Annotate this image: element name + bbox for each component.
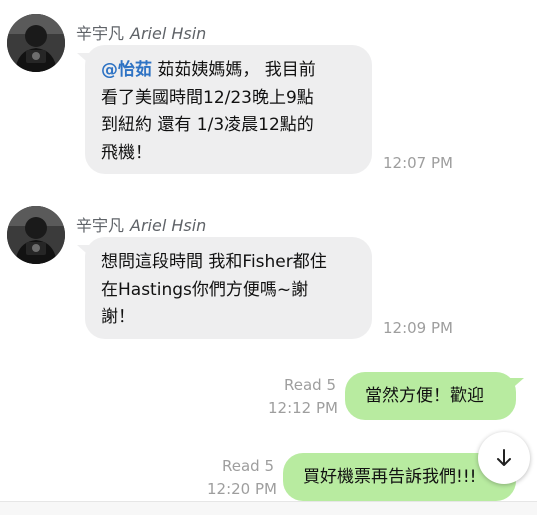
message-timestamp: 12:09 PM [383, 319, 453, 337]
scroll-to-bottom-button[interactable] [478, 432, 530, 484]
arrow-down-icon [497, 449, 511, 466]
sender-avatar[interactable] [7, 14, 65, 72]
sender-name[interactable]: 辛宇凡 Ariel Hsin [76, 20, 206, 44]
sender-name-cn: 辛宇凡 [76, 24, 125, 43]
avatar-photo-icon [7, 14, 65, 72]
message-bubble[interactable]: 當然方便！歡迎 [345, 372, 516, 420]
composer-edge [0, 501, 537, 515]
sender-avatar[interactable] [7, 206, 65, 264]
sender-name-en: Ariel Hsin [130, 216, 207, 235]
message-line: 飛機！ [101, 142, 152, 163]
read-receipt: Read 5 [221, 457, 274, 475]
message-timestamp: 12:12 PM [268, 399, 338, 417]
message-line: 謝！ [101, 307, 135, 327]
sender-name-en: Ariel Hsin [130, 24, 207, 43]
message-timestamp: 12:20 PM [207, 480, 277, 498]
message-text: 當然方便！歡迎 [365, 386, 484, 406]
message-line: 在Hastings你們方便嗎~謝 [101, 279, 309, 300]
read-receipt: Read 5 [283, 376, 336, 394]
message-text: 買好機票再告訴我們!!! [303, 467, 477, 487]
message-line: @怡茹 茹茹姨媽媽， 我目前 [101, 60, 316, 80]
mention-link[interactable]: @怡茹 [101, 60, 152, 80]
message-line: 看了美國時間12/23晚上9點 [101, 87, 314, 108]
sender-name[interactable]: 辛宇凡 Ariel Hsin [76, 212, 206, 236]
message-timestamp: 12:07 PM [383, 154, 453, 172]
message-bubble[interactable]: @怡茹 茹茹姨媽媽， 我目前 看了美國時間12/23晚上9點 到紐約 還有 1/… [85, 45, 372, 174]
avatar-photo-icon [7, 206, 65, 264]
chat-thread: 辛宇凡 Ariel Hsin @怡茹 茹茹姨媽媽， 我目前 看了美國時間12/23… [0, 0, 537, 515]
message-line: 想問這段時間 我和Fisher都住 [101, 252, 327, 272]
message-line: 到紐約 還有 1/3凌晨12點的 [101, 115, 314, 135]
sender-name-cn: 辛宇凡 [76, 216, 125, 235]
message-bubble[interactable]: 想問這段時間 我和Fisher都住 在Hastings你們方便嗎~謝 謝！ [85, 237, 372, 339]
